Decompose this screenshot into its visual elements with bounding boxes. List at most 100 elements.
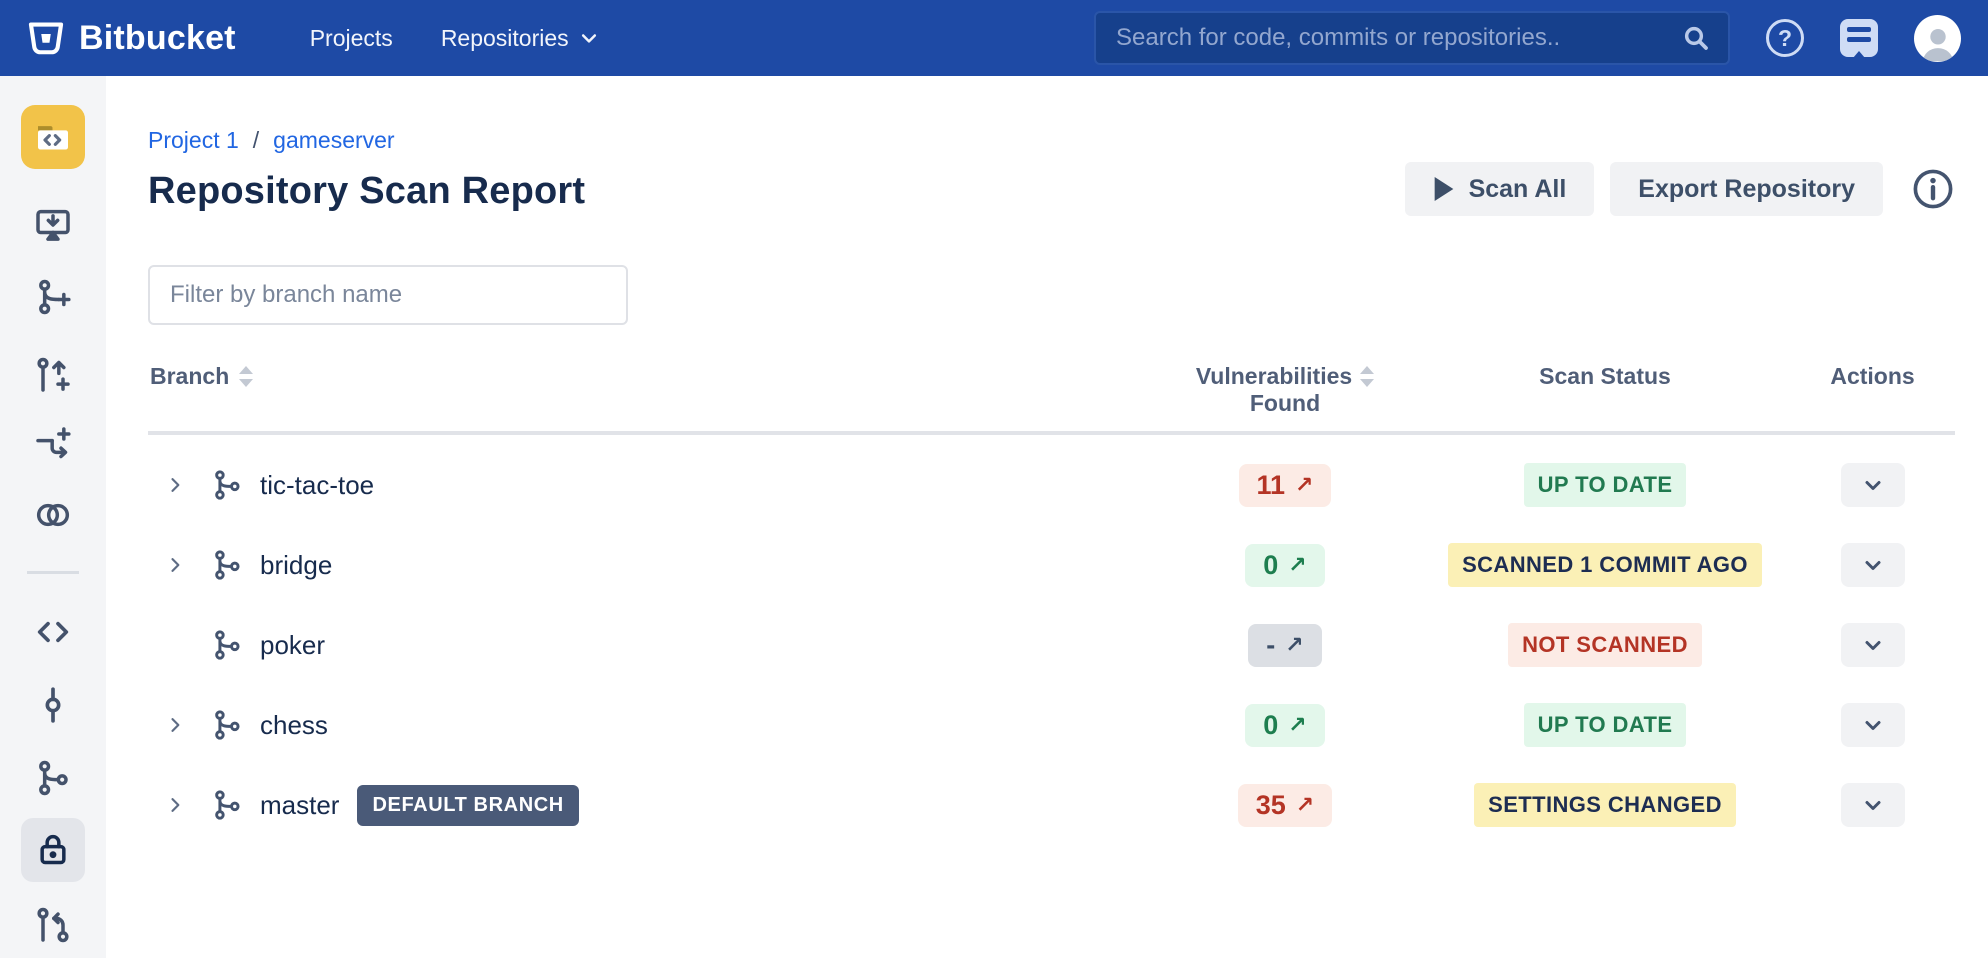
status-badge: UP TO DATE <box>1524 703 1687 747</box>
nav-repositories-label: Repositories <box>441 25 569 52</box>
breadcrumb-separator: / <box>253 127 259 154</box>
chevron-down-icon <box>579 28 599 48</box>
vulnerabilities-cell: 0 ↗ <box>1150 544 1420 587</box>
sidebar-item-security-scan[interactable] <box>21 818 85 882</box>
vulnerabilities-cell: 35 ↗ <box>1150 784 1420 827</box>
branch-icon <box>210 628 244 662</box>
info-icon[interactable] <box>1911 167 1955 211</box>
export-repository-button[interactable]: Export Repository <box>1610 162 1883 216</box>
branch-name[interactable]: poker <box>260 630 325 661</box>
sort-icon[interactable] <box>239 366 253 387</box>
sidebar-divider <box>27 571 79 574</box>
trend-arrow-icon: ↗ <box>1295 472 1313 498</box>
sidebar-item-fork[interactable] <box>33 424 73 464</box>
vulnerabilities-cell: 0 ↗ <box>1150 704 1420 747</box>
scan-status-cell: UP TO DATE <box>1420 463 1790 507</box>
sidebar-item-clone[interactable] <box>33 205 73 245</box>
vulnerability-count: 35 <box>1256 790 1286 821</box>
row-actions-button[interactable] <box>1841 623 1905 667</box>
breadcrumb-repository-link[interactable]: gameserver <box>273 127 394 154</box>
main-content: Project 1 / gameserver Repository Scan R… <box>106 76 1988 958</box>
sidebar-item-create-branch[interactable] <box>33 277 73 317</box>
branch-name[interactable]: tic-tac-toe <box>260 470 374 501</box>
help-icon: ? <box>1766 19 1804 57</box>
expand-chevron-icon[interactable] <box>162 555 188 575</box>
expand-chevron-icon[interactable] <box>162 715 188 735</box>
vulnerability-count-badge[interactable]: 11 ↗ <box>1239 464 1332 507</box>
nav-projects[interactable]: Projects <box>286 25 417 52</box>
commit-icon <box>33 685 73 725</box>
row-actions-button[interactable] <box>1841 703 1905 747</box>
help-button[interactable]: ? <box>1766 19 1804 57</box>
vulnerabilities-header-line1: Vulnerabilities <box>1196 363 1352 390</box>
scan-status-cell: NOT SCANNED <box>1420 623 1790 667</box>
vulnerability-count-badge[interactable]: 35 ↗ <box>1238 784 1332 827</box>
table-row: chess 0 ↗ UP TO DATE <box>148 685 1955 765</box>
breadcrumb: Project 1 / gameserver <box>148 127 1955 154</box>
sidebar-item-commits[interactable] <box>33 685 73 725</box>
breadcrumb-project-link[interactable]: Project 1 <box>148 127 239 154</box>
trend-arrow-icon: ↗ <box>1288 552 1306 578</box>
code-brackets-icon <box>33 612 73 652</box>
pull-request-icon <box>33 905 73 945</box>
sort-icon[interactable] <box>1360 366 1374 387</box>
branch-filter-input[interactable] <box>148 265 628 325</box>
actions-cell <box>1790 703 1955 747</box>
compare-icon <box>33 495 73 535</box>
clone-icon <box>33 205 73 245</box>
column-header-scan-status: Scan Status <box>1420 363 1790 390</box>
vulnerability-count: - <box>1266 630 1275 661</box>
create-branch-icon <box>33 277 73 317</box>
vulnerability-count-badge[interactable]: 0 ↗ <box>1245 544 1324 587</box>
create-pull-request-icon <box>33 355 73 395</box>
branch-name[interactable]: bridge <box>260 550 332 581</box>
scan-status-cell: SETTINGS CHANGED <box>1420 783 1790 827</box>
column-header-branch[interactable]: Branch <box>148 363 1150 390</box>
trend-arrow-icon: ↗ <box>1285 632 1303 658</box>
expand-chevron-icon[interactable] <box>162 795 188 815</box>
scan-status-cell: SCANNED 1 COMMIT AGO <box>1420 543 1790 587</box>
scan-all-label: Scan All <box>1469 175 1567 204</box>
row-actions-button[interactable] <box>1841 783 1905 827</box>
sidebar-item-repository[interactable] <box>21 105 85 169</box>
table-row: bridge 0 ↗ SCANNED 1 COMMIT AGO <box>148 525 1955 605</box>
sidebar-item-create-pull-request[interactable] <box>33 355 73 395</box>
sidebar-item-pull-requests[interactable] <box>33 905 73 945</box>
sidebar-item-source[interactable] <box>33 612 73 652</box>
column-header-vulnerabilities[interactable]: Vulnerabilities Found <box>1150 363 1420 417</box>
branch-icon <box>210 548 244 582</box>
branch-icon <box>210 708 244 742</box>
expand-chevron-icon[interactable] <box>162 475 188 495</box>
status-badge: SCANNED 1 COMMIT AGO <box>1448 543 1762 587</box>
default-branch-badge: DEFAULT BRANCH <box>357 785 578 826</box>
table-body: tic-tac-toe 11 ↗ UP TO DATE <box>148 435 1955 845</box>
nav-repositories[interactable]: Repositories <box>417 25 623 52</box>
vulnerabilities-cell: - ↗ <box>1150 624 1420 667</box>
row-actions-button[interactable] <box>1841 543 1905 587</box>
vulnerability-count-badge[interactable]: - ↗ <box>1248 624 1321 667</box>
actions-cell <box>1790 463 1955 507</box>
branches-icon <box>33 758 73 798</box>
branch-name[interactable]: chess <box>260 710 328 741</box>
global-search[interactable] <box>1094 11 1730 65</box>
branch-name[interactable]: master <box>260 790 339 821</box>
trend-arrow-icon: ↗ <box>1288 712 1306 738</box>
scan-all-button[interactable]: Scan All <box>1405 162 1595 216</box>
branch-cell: bridge <box>148 548 1150 582</box>
sidebar-item-compare[interactable] <box>33 495 73 535</box>
row-actions-button[interactable] <box>1841 463 1905 507</box>
vulnerability-count-badge[interactable]: 0 ↗ <box>1245 704 1324 747</box>
bitbucket-logo[interactable]: Bitbucket <box>27 19 236 58</box>
actions-cell <box>1790 543 1955 587</box>
sidebar-item-branches[interactable] <box>33 758 73 798</box>
brand-name: Bitbucket <box>79 19 236 58</box>
table-row: master DEFAULT BRANCH 35 ↗ SETTINGS CHAN… <box>148 765 1955 845</box>
lock-icon <box>33 830 73 870</box>
export-repository-label: Export Repository <box>1638 175 1855 204</box>
column-header-actions: Actions <box>1790 363 1955 390</box>
status-badge: NOT SCANNED <box>1508 623 1702 667</box>
user-menu[interactable] <box>1914 15 1961 62</box>
search-input[interactable] <box>1116 24 1680 52</box>
search-icon[interactable] <box>1680 22 1712 54</box>
feedback-button[interactable] <box>1840 19 1878 57</box>
